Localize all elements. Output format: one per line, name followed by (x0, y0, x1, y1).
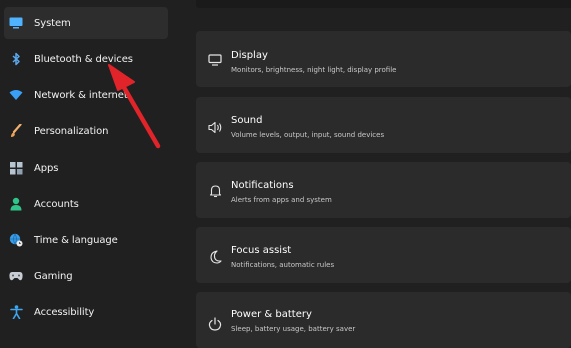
sidebar-item-system[interactable]: System (4, 7, 168, 39)
power-battery-card[interactable]: Power & battery Sleep, battery usage, ba… (196, 292, 571, 348)
sidebar-item-label: Bluetooth & devices (34, 53, 133, 65)
sidebar-item-label: Gaming (34, 270, 73, 282)
sidebar-item-label: Network & internet (34, 89, 128, 101)
sound-card[interactable]: Sound Volume levels, output, input, soun… (196, 97, 571, 153)
sidebar-item-label: Accessibility (34, 306, 95, 318)
card-subtitle: Volume levels, output, input, sound devi… (231, 131, 385, 139)
bluetooth-icon (8, 51, 24, 67)
speaker-icon (206, 118, 224, 136)
sidebar-item-accessibility[interactable]: Accessibility (4, 296, 168, 328)
apps-icon (8, 160, 24, 176)
moon-icon (206, 248, 224, 266)
sidebar-item-time-language[interactable]: Time & language (4, 224, 168, 256)
gamepad-icon (8, 268, 24, 284)
card-subtitle: Alerts from apps and system (231, 196, 332, 204)
sidebar-item-bluetooth[interactable]: Bluetooth & devices (4, 43, 168, 75)
card-title: Notifications (231, 180, 294, 191)
sidebar-item-label: Personalization (34, 125, 109, 137)
wifi-icon (8, 87, 24, 103)
monitor-icon (8, 15, 24, 31)
card-title: Display (231, 50, 268, 61)
sidebar-item-label: Time & language (34, 234, 118, 246)
sidebar-item-apps[interactable]: Apps (4, 152, 168, 184)
person-icon (8, 196, 24, 212)
card-subtitle: Sleep, battery usage, battery saver (231, 325, 356, 333)
sidebar-item-personalization[interactable]: Personalization (4, 115, 168, 147)
sidebar-item-gaming[interactable]: Gaming (4, 260, 168, 292)
focus-assist-card[interactable]: Focus assist Notifications, automatic ru… (196, 227, 571, 283)
header-strip (196, 0, 571, 8)
card-title: Power & battery (231, 309, 312, 320)
sidebar-item-label: System (34, 17, 71, 29)
sidebar-item-label: Apps (34, 162, 59, 174)
notifications-card[interactable]: Notifications Alerts from apps and syste… (196, 162, 571, 218)
sidebar-item-label: Accounts (34, 198, 79, 210)
card-title: Focus assist (231, 245, 292, 256)
sidebar: System Bluetooth & devices Network & int… (0, 0, 178, 336)
card-title: Sound (231, 115, 263, 126)
display-card[interactable]: Display Monitors, brightness, night ligh… (196, 31, 571, 87)
bell-icon (206, 182, 224, 200)
display-icon (206, 51, 224, 69)
globe-clock-icon (8, 232, 24, 248)
accessibility-icon (8, 304, 24, 320)
brush-icon (8, 123, 24, 139)
sidebar-item-network[interactable]: Network & internet (4, 79, 168, 111)
power-icon (206, 315, 224, 333)
card-subtitle: Monitors, brightness, night light, displ… (231, 66, 397, 74)
sidebar-item-accounts[interactable]: Accounts (4, 188, 168, 220)
card-subtitle: Notifications, automatic rules (231, 261, 335, 269)
